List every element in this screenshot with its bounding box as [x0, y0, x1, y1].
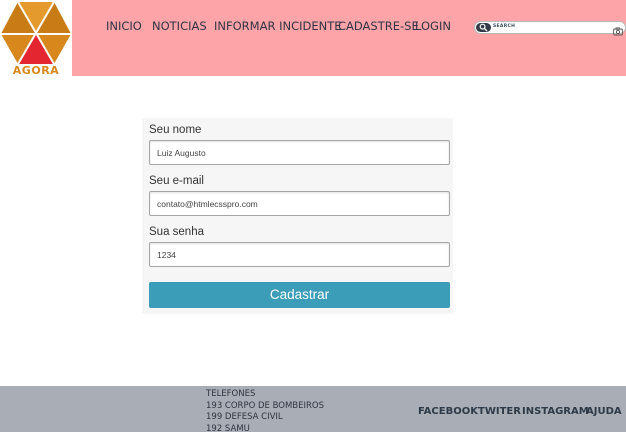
register-form: Seu nome Seu e-mail Sua senha Cadastrar	[142, 118, 453, 314]
phone-list: TELEFONES 193 CORPO DE BOMBEIROS 199 DEF…	[206, 389, 324, 432]
password-field[interactable]	[149, 242, 450, 267]
phone-item: 192 SAMU	[206, 423, 250, 432]
nav-noticias[interactable]: NOTICIAS	[152, 19, 207, 33]
nav-login[interactable]: LOGIN	[415, 19, 451, 33]
link-twiter[interactable]: TWITER	[478, 406, 521, 417]
name-label: Seu nome	[149, 124, 202, 136]
hexagon-logo-icon	[1, 1, 71, 65]
logo[interactable]: AGORA	[0, 0, 72, 77]
nav-informar-incidente[interactable]: INFORMAR INCIDENTE	[214, 19, 342, 33]
logo-text: AGORA	[12, 64, 60, 77]
link-ajuda[interactable]: AJUDA	[586, 406, 622, 417]
nav-inicio[interactable]: INICIO	[106, 19, 142, 33]
header: AGORA INICIO NOTICIAS INFORMAR INCIDENTE…	[0, 0, 626, 77]
link-instagram[interactable]: INSTAGRAM	[522, 406, 589, 417]
search-placeholder: SEARCH	[493, 24, 516, 29]
phone-item: 193 CORPO DE BOMBEIROS	[206, 400, 324, 411]
search-icon[interactable]	[476, 23, 491, 32]
submit-button[interactable]: Cadastrar	[149, 282, 450, 308]
email-label: Seu e-mail	[149, 175, 204, 187]
password-label: Sua senha	[149, 226, 204, 238]
camera-icon[interactable]	[613, 23, 623, 41]
phone-item: 199 DEFESA CIVIL	[206, 412, 283, 422]
phones-title: TELEFONES	[206, 389, 256, 399]
search-input[interactable]: SEARCH	[474, 21, 626, 36]
email-field[interactable]	[149, 191, 450, 216]
page: AGORA INICIO NOTICIAS INFORMAR INCIDENTE…	[0, 0, 626, 432]
footer: TELEFONES 193 CORPO DE BOMBEIROS 199 DEF…	[0, 386, 626, 432]
nav-cadastre-se[interactable]: CADASTRE-SE	[338, 19, 419, 33]
name-field[interactable]	[149, 140, 450, 165]
link-facebook[interactable]: FACEBOOK	[418, 406, 478, 417]
